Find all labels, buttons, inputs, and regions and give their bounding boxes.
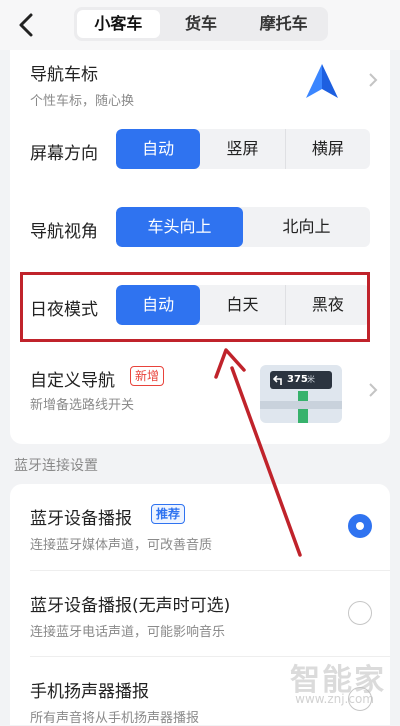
tab-car[interactable]: 小客车 <box>77 10 160 38</box>
nav-icon-title: 导航车标 <box>30 65 98 85</box>
bt-media-title: 蓝牙设备播报 <box>30 509 132 529</box>
bt-phone-radio[interactable] <box>348 601 372 625</box>
speaker-title: 手机扬声器播报 <box>30 682 149 702</box>
night-option[interactable]: 黑夜 <box>284 285 370 325</box>
recommended-badge: 推荐 <box>151 504 186 524</box>
top-bar: 小客车 货车 摩托车 <box>0 0 400 50</box>
screen-orientation-selector: 自动 竖屏 横屏 <box>116 129 370 169</box>
bt-phone-subtitle: 连接蓝牙电话声道，可能影响音乐 <box>30 625 226 640</box>
day-night-title: 日夜模式 <box>30 300 98 320</box>
preview-banner: 375 米 <box>270 371 332 389</box>
bt-phone-title: 蓝牙设备播报(无声时可选) <box>30 596 231 616</box>
custom-nav-title: 自定义导航 <box>30 371 115 391</box>
tab-motorcycle[interactable]: 摩托车 <box>242 10 325 38</box>
orientation-portrait-option[interactable]: 竖屏 <box>200 129 284 169</box>
chevron-right-icon <box>369 73 378 87</box>
screen-orientation-row: 屏幕方向 自动 竖屏 横屏 <box>10 126 390 172</box>
north-up-option[interactable]: 北向上 <box>243 207 370 247</box>
speaker-subtitle: 所有声音将从手机扬声器播报 <box>30 711 200 726</box>
bt-phone-row[interactable]: 蓝牙设备播报(无声时可选) 连接蓝牙电话声道，可能影响音乐 <box>10 571 390 655</box>
nav-view-row: 导航视角 车头向上 北向上 <box>10 204 390 250</box>
nav-view-title: 导航视角 <box>30 222 98 242</box>
bt-media-row[interactable]: 蓝牙设备播报 推荐 连接蓝牙媒体声道，可改善音质 <box>10 484 390 568</box>
day-night-row: 日夜模式 自动 白天 黑夜 <box>10 282 390 328</box>
nav-icon-row[interactable]: 导航车标 个性车标，随心换 <box>10 50 390 116</box>
bt-media-radio[interactable] <box>348 514 372 538</box>
new-badge: 新增 <box>130 366 165 386</box>
navigation-settings-card: 导航车标 个性车标，随心换 屏幕方向 自动 竖屏 横屏 导航视角 车头向上 北向… <box>10 50 390 444</box>
screen-orientation-title: 屏幕方向 <box>30 144 98 164</box>
custom-nav-preview-image: 375 米 <box>260 365 342 423</box>
orientation-auto-option[interactable]: 自动 <box>116 129 201 169</box>
nav-view-selector: 车头向上 北向上 <box>116 207 370 247</box>
preview-distance: 375 <box>287 374 308 385</box>
bluetooth-section-label: 蓝牙连接设置 <box>14 458 98 474</box>
watermark-url: www.znj.com <box>295 692 374 706</box>
chevron-right-icon <box>369 383 378 397</box>
day-night-auto-option[interactable]: 自动 <box>116 285 201 325</box>
bt-media-subtitle: 连接蓝牙媒体声道，可改善音质 <box>30 538 213 553</box>
vehicle-tabs: 小客车 货车 摩托车 <box>74 7 328 41</box>
preview-unit: 米 <box>307 375 315 384</box>
preview-road <box>260 401 342 409</box>
back-icon[interactable] <box>14 10 40 40</box>
navigation-arrow-icon <box>306 64 338 98</box>
nav-icon-subtitle: 个性车标，随心换 <box>30 94 135 109</box>
day-night-selector: 自动 白天 黑夜 <box>116 285 370 325</box>
day-option[interactable]: 白天 <box>200 285 284 325</box>
turn-left-icon <box>273 375 282 385</box>
orientation-landscape-option[interactable]: 横屏 <box>284 129 370 169</box>
custom-nav-subtitle: 新增备选路线开关 <box>30 398 135 413</box>
heading-up-option[interactable]: 车头向上 <box>116 207 243 247</box>
tab-truck[interactable]: 货车 <box>160 10 243 38</box>
